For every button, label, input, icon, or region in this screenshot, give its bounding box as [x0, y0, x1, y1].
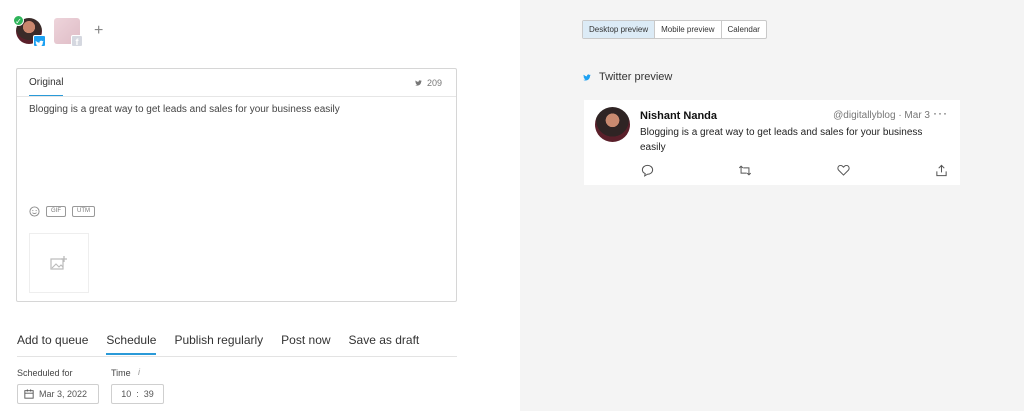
share-icon[interactable]: [934, 163, 948, 177]
composer-panel: ✓ f + Original 209 Blogging is a great w…: [0, 0, 520, 411]
facebook-account-avatar[interactable]: f: [54, 18, 83, 47]
date-value: Mar 3, 2022: [39, 389, 88, 399]
utm-button[interactable]: UTM: [72, 206, 95, 217]
preview-panel: [520, 0, 1024, 411]
add-account-button[interactable]: +: [94, 22, 103, 40]
twitter-badge-icon: [33, 35, 46, 48]
twitter-preview-title: Twitter preview: [599, 71, 673, 83]
date-picker[interactable]: Mar 3, 2022: [17, 384, 99, 404]
tab-desktop-preview[interactable]: Desktop preview: [583, 21, 656, 38]
tab-mobile-preview[interactable]: Mobile preview: [655, 21, 722, 38]
time-separator: :: [136, 389, 139, 399]
more-options-icon[interactable]: ···: [933, 106, 948, 120]
scheduled-for-label: Scheduled for: [17, 368, 73, 378]
gif-button[interactable]: GIF: [46, 206, 66, 217]
facebook-badge-icon: f: [71, 35, 83, 47]
add-media-button[interactable]: [29, 233, 89, 293]
time-label: Time: [111, 368, 131, 378]
emoji-icon[interactable]: [29, 206, 40, 217]
twitter-icon: [583, 73, 591, 81]
calendar-icon: [24, 389, 34, 399]
publish-regularly-tab[interactable]: Publish regularly: [174, 333, 263, 355]
character-counter: 209: [414, 78, 442, 88]
post-editor: Original 209 Blogging is a great way to …: [16, 68, 457, 302]
add-to-queue-tab[interactable]: Add to queue: [17, 333, 88, 355]
avatar: [595, 107, 630, 142]
tweet-author-name: Nishant Nanda: [640, 110, 718, 122]
retweet-icon[interactable]: [738, 163, 752, 177]
save-as-draft-tab[interactable]: Save as draft: [349, 333, 420, 355]
reply-icon[interactable]: [640, 163, 654, 177]
time-picker[interactable]: 10 : 39: [111, 384, 164, 404]
character-count: 209: [426, 78, 442, 88]
post-textarea[interactable]: Blogging is a great way to get leads and…: [29, 104, 340, 115]
add-image-icon: [50, 256, 67, 270]
minute-field[interactable]: 39: [144, 389, 154, 399]
info-icon[interactable]: i: [138, 367, 140, 377]
tab-divider: [17, 96, 456, 97]
tab-original[interactable]: Original: [29, 77, 64, 97]
schedule-tab[interactable]: Schedule: [106, 333, 157, 355]
account-selector: ✓ f +: [13, 15, 103, 48]
publish-options: Add to queue Schedule Publish regularly …: [17, 333, 437, 355]
like-icon[interactable]: [836, 163, 850, 177]
post-now-tab[interactable]: Post now: [281, 333, 330, 355]
twitter-preview-header: Twitter preview: [582, 71, 672, 83]
twitter-account-avatar[interactable]: ✓: [13, 15, 46, 48]
tweet-preview-card: Nishant Nanda @digitallyblog · Mar 3 ···…: [584, 100, 960, 185]
tweet-handle-date: @digitallyblog · Mar 3: [833, 110, 930, 121]
tab-calendar[interactable]: Calendar: [722, 21, 766, 38]
tweet-actions: [640, 163, 948, 177]
tweet-text: Blogging is a great way to get leads and…: [640, 127, 923, 153]
selected-check-icon: ✓: [13, 15, 24, 26]
actions-divider: [17, 356, 457, 357]
twitter-icon: [415, 80, 422, 86]
preview-mode-tabs: Desktop preview Mobile preview Calendar: [582, 20, 767, 39]
editor-toolbar: GIF UTM: [29, 206, 95, 217]
hour-field[interactable]: 10: [121, 389, 131, 399]
